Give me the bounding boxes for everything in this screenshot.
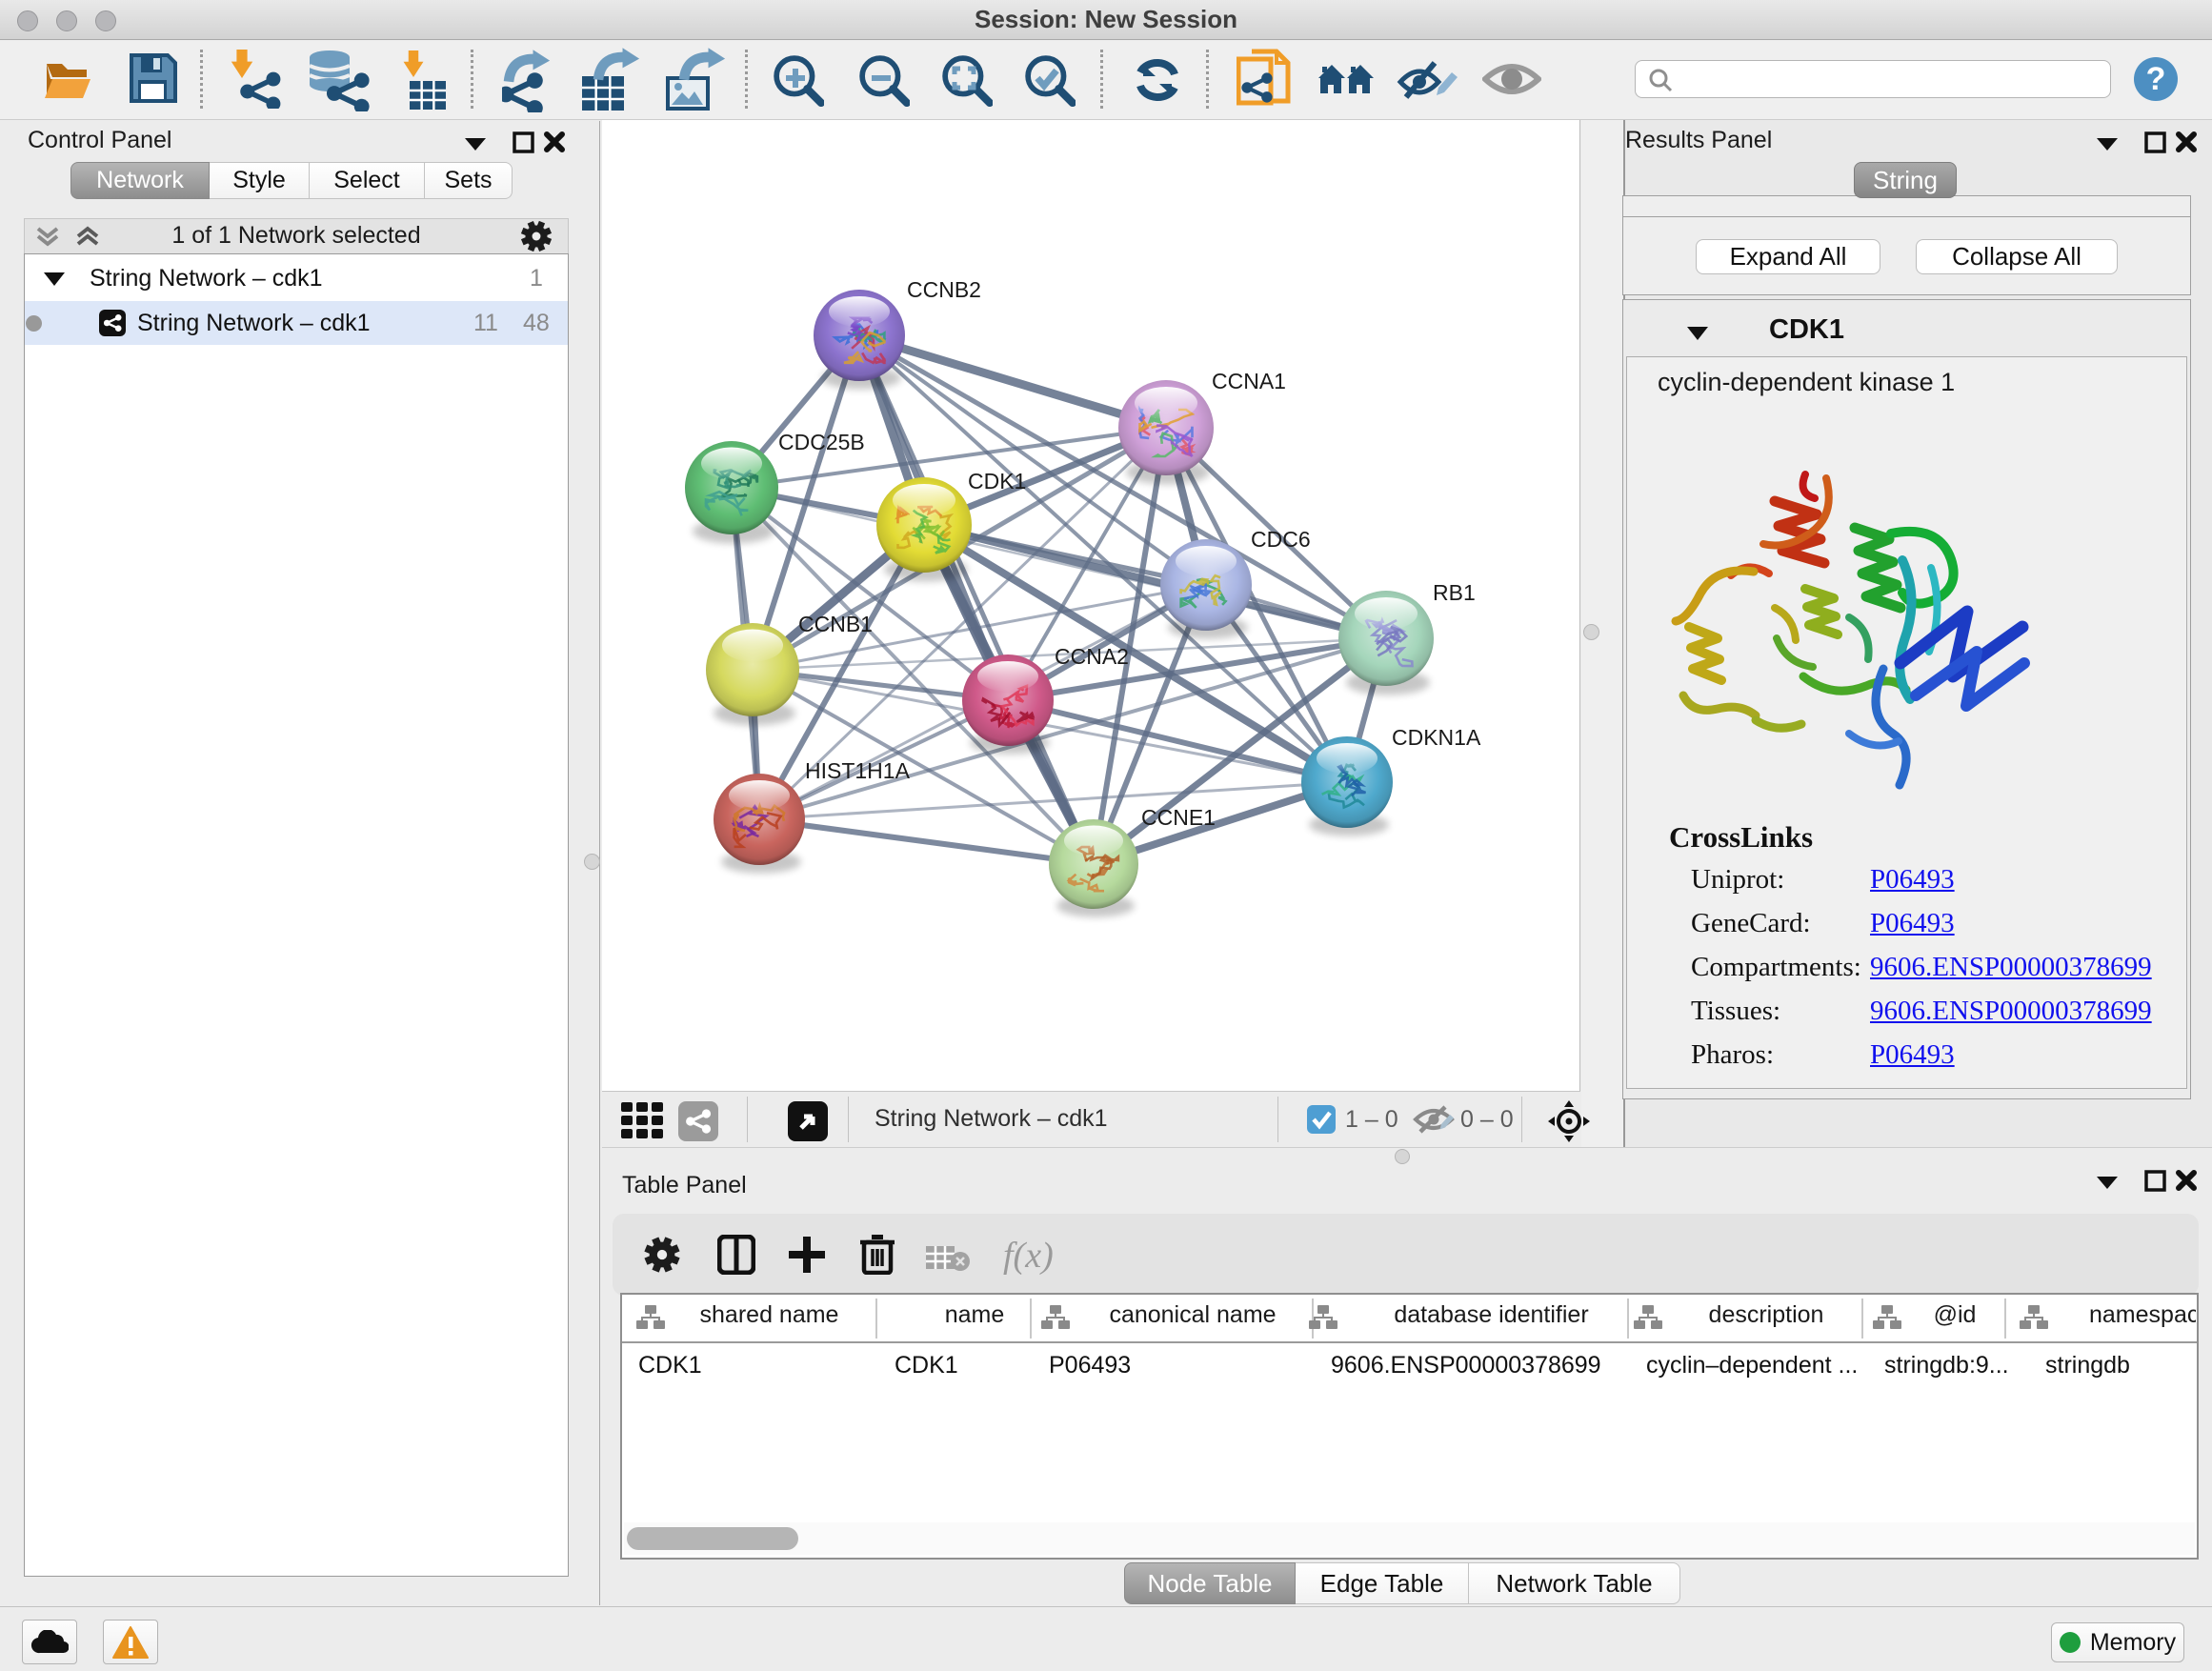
svg-text:CCNA2: CCNA2 xyxy=(1055,644,1129,669)
svg-text:CCNB1: CCNB1 xyxy=(798,612,873,636)
svg-text:CDKN1A: CDKN1A xyxy=(1392,725,1481,750)
svg-text:RB1: RB1 xyxy=(1433,580,1476,605)
svg-text:CDC25B: CDC25B xyxy=(778,430,865,454)
svg-text:CDK1: CDK1 xyxy=(968,469,1026,493)
svg-text:CDC6: CDC6 xyxy=(1251,527,1311,552)
svg-text:HIST1H1A: HIST1H1A xyxy=(805,758,911,783)
svg-text:CCNA1: CCNA1 xyxy=(1212,369,1286,393)
svg-text:CCNB2: CCNB2 xyxy=(907,277,981,302)
svg-text:CCNE1: CCNE1 xyxy=(1141,805,1216,830)
